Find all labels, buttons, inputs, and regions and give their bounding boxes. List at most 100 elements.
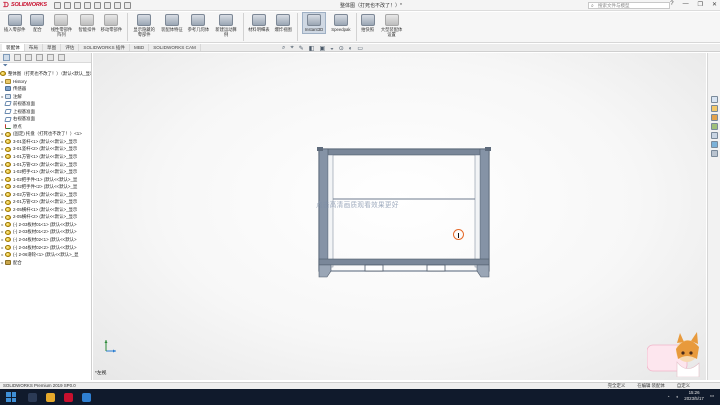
options-gear-icon[interactable] [124,1,131,9]
command-tab[interactable]: SOLIDWORKS CAM [149,44,201,51]
view-tool-icon[interactable]: ⌕ [282,45,285,52]
feature-tree-item[interactable]: ▸ (-) 2-04板材02<1> (默认<<默认> [0,236,91,244]
custom-properties-icon[interactable] [710,141,718,148]
file-explorer-taskbar-icon[interactable] [46,392,55,402]
feature-tree-item[interactable]: ▸ 1-02把手件<1> (默认<<默认>_显 [0,176,91,184]
feature-tree-item[interactable]: ▸ 2-05横杆<1> (默认<<默认>_显示 [0,206,91,214]
browser-taskbar-icon[interactable] [82,392,91,402]
feature-tree-item-label: 前视基准面 [13,101,35,107]
feature-tree-item[interactable]: ▸ 2-02方管<1> (默认<<默认>_显示 [0,191,91,199]
search-input[interactable]: ⌕ 搜索文件与模型 [588,2,670,9]
feature-tree-item[interactable]: 上视基准面 [0,108,91,116]
undo-icon[interactable] [94,1,101,9]
feature-tree-item[interactable]: ▸ 注解 [0,93,91,101]
feature-tree-item[interactable]: ▸ 1-02把手<1> (默认<<默认>_显示 [0,168,91,176]
assembly-side-view[interactable] [317,145,493,287]
feature-tree-item[interactable]: 整体图（打死也不改了！）（默认<默认_显示状态-1>） [0,70,91,78]
help-icon[interactable]: ? [670,1,673,8]
solidworks-forum-icon[interactable] [710,150,718,157]
design-library-icon[interactable] [710,105,718,112]
appearances-icon[interactable] [710,132,718,139]
view-tool-icon[interactable]: ▭ [357,45,363,52]
rebuild-icon[interactable] [114,1,121,9]
view-tool-icon[interactable]: ▣ [319,45,325,52]
display-manager-tab-icon[interactable] [47,54,54,61]
plane-icon [4,109,12,114]
open-file-icon[interactable] [64,1,71,9]
ribbon-button[interactable]: 线性零部件阵列 [49,12,73,37]
ribbon-button[interactable]: 插入零部件 [4,12,25,32]
view-tool-icon[interactable]: ◒ [330,46,334,52]
select-icon[interactable] [104,1,111,9]
configuration-manager-tab-icon[interactable] [25,54,32,61]
save-icon[interactable] [74,1,81,9]
property-manager-tab-icon[interactable] [14,54,21,61]
feature-tree-item[interactable]: 右视基准面 [0,115,91,123]
view-tool-icon[interactable]: ◐ [349,46,353,52]
ribbon-button[interactable]: 配合 [30,12,45,32]
reference-triad-icon[interactable] [103,339,117,353]
view-tool-icon[interactable]: ✎ [299,45,304,52]
feature-tree-item[interactable]: ▸ History [0,78,91,86]
feature-tree-item[interactable]: ▸ (-) 2-04板材02<2> (默认<<默认> [0,244,91,252]
feature-tree-item[interactable]: ▸ 配合 [0,259,91,267]
windows-start-icon[interactable] [6,392,16,402]
ribbon-button[interactable]: 大型装配体设置 [380,12,404,37]
ribbon-button[interactable]: 爆炸视图 [275,12,292,32]
resources-icon[interactable] [710,96,718,103]
network-icon[interactable]: ◔ [667,394,670,399]
feature-tree-item[interactable]: ▸ (固定) 托盘（打死也不改了！）<1> [0,130,91,138]
notifications-icon[interactable]: ▭ [710,393,714,399]
ribbon-button[interactable]: 装配体特征 [161,12,183,32]
restore-icon[interactable]: ❐ [698,1,703,8]
ribbon-button[interactable]: 参考几何体 [188,12,209,32]
command-tab[interactable]: SOLIDWORKS 插件 [79,44,131,51]
ribbon-button[interactable]: 拍快照 [360,12,375,32]
view-tool-icon[interactable]: ⊙ [339,45,344,52]
feature-tree-item[interactable]: ▸ 1-01方管<2> (默认<<默认>_显示 [0,161,91,169]
print-icon[interactable] [84,1,91,9]
feature-tree-item[interactable]: 传感器 [0,85,91,93]
solidworks-taskbar-icon[interactable] [64,392,73,402]
graphics-area[interactable]: 点击高清画质观看效果更好 *左视 [93,53,706,380]
volume-icon[interactable]: ◖ [676,394,679,399]
ribbon-button[interactable]: 显示隐藏的零部件 [132,12,156,37]
ribbon-button[interactable]: 新建运动算例 [214,12,238,37]
feature-tree-item[interactable]: 前视基准面 [0,100,91,108]
filter-icon[interactable]: ⏷ [0,63,91,70]
new-file-icon[interactable] [54,1,61,9]
view-tool-icon[interactable]: ⌖ [290,45,293,52]
command-tab[interactable]: MBD [130,44,150,51]
ribbon-button[interactable]: Instant3D [301,12,327,34]
feature-tree-item[interactable]: ▸ 2-01方管<2> (默认<<默认>_显示 [0,198,91,206]
command-tab[interactable]: 评估 [61,44,80,51]
command-tab[interactable]: 布局 [25,44,43,51]
minimize-icon[interactable]: — [683,1,689,8]
taskbar-clock[interactable]: 15:26 2023/5/17 [684,390,704,402]
feature-tree-tab-icon[interactable] [3,54,10,61]
ribbon-button[interactable]: 材料明细表 [248,12,270,32]
feature-tree-item[interactable]: ▸ 2-02把手件<2> (默认<<默认>_显 [0,183,91,191]
feature-tree-item[interactable]: ▸ (-) 2-03板材01<2> (默认<<默认> [0,228,91,236]
view-tool-icon[interactable]: ◧ [309,45,315,52]
command-tab[interactable]: 草图 [43,44,62,51]
feature-tree-item[interactable]: 原点 [0,123,91,131]
ribbon-button[interactable]: 智能扣件 [78,12,96,32]
feature-tree-item[interactable]: ▸ 1-01方管<1> (默认<<默认>_显示 [0,153,91,161]
file-explorer-icon[interactable] [710,114,718,121]
search-taskbar-icon[interactable] [28,392,37,402]
expand-arrow-icon[interactable] [58,54,65,61]
clock-date: 2023/5/17 [684,396,704,401]
feature-tree-item[interactable]: ▸ 3-01竖杆<2> (默认<<默认>_显示 [0,145,91,153]
ribbon-button[interactable]: Speedpak [331,12,351,32]
ribbon-button[interactable]: 移动零部件 [101,12,122,32]
feature-tree-item[interactable]: ▸ 2-05横杆<2> (默认<<默认>_显示 [0,213,91,221]
feature-tree-item[interactable]: ▸ (-) 2-06滑轮<1> (默认<<默认>_显 [0,251,91,259]
dimxpert-tab-icon[interactable] [36,54,43,61]
close-icon[interactable]: ✕ [712,1,717,8]
command-tab[interactable]: 装配体 [2,44,25,51]
feature-tree-item[interactable]: ▸ 3-01竖杆<1> (默认<<默认>_显示 [0,138,91,146]
solidworks-logo[interactable]: ᗪ SOLIDWORKS [0,2,50,9]
feature-tree-item[interactable]: ▸ (-) 2-03板材01<1> (默认<<默认> [0,221,91,229]
view-palette-icon[interactable] [710,123,718,130]
